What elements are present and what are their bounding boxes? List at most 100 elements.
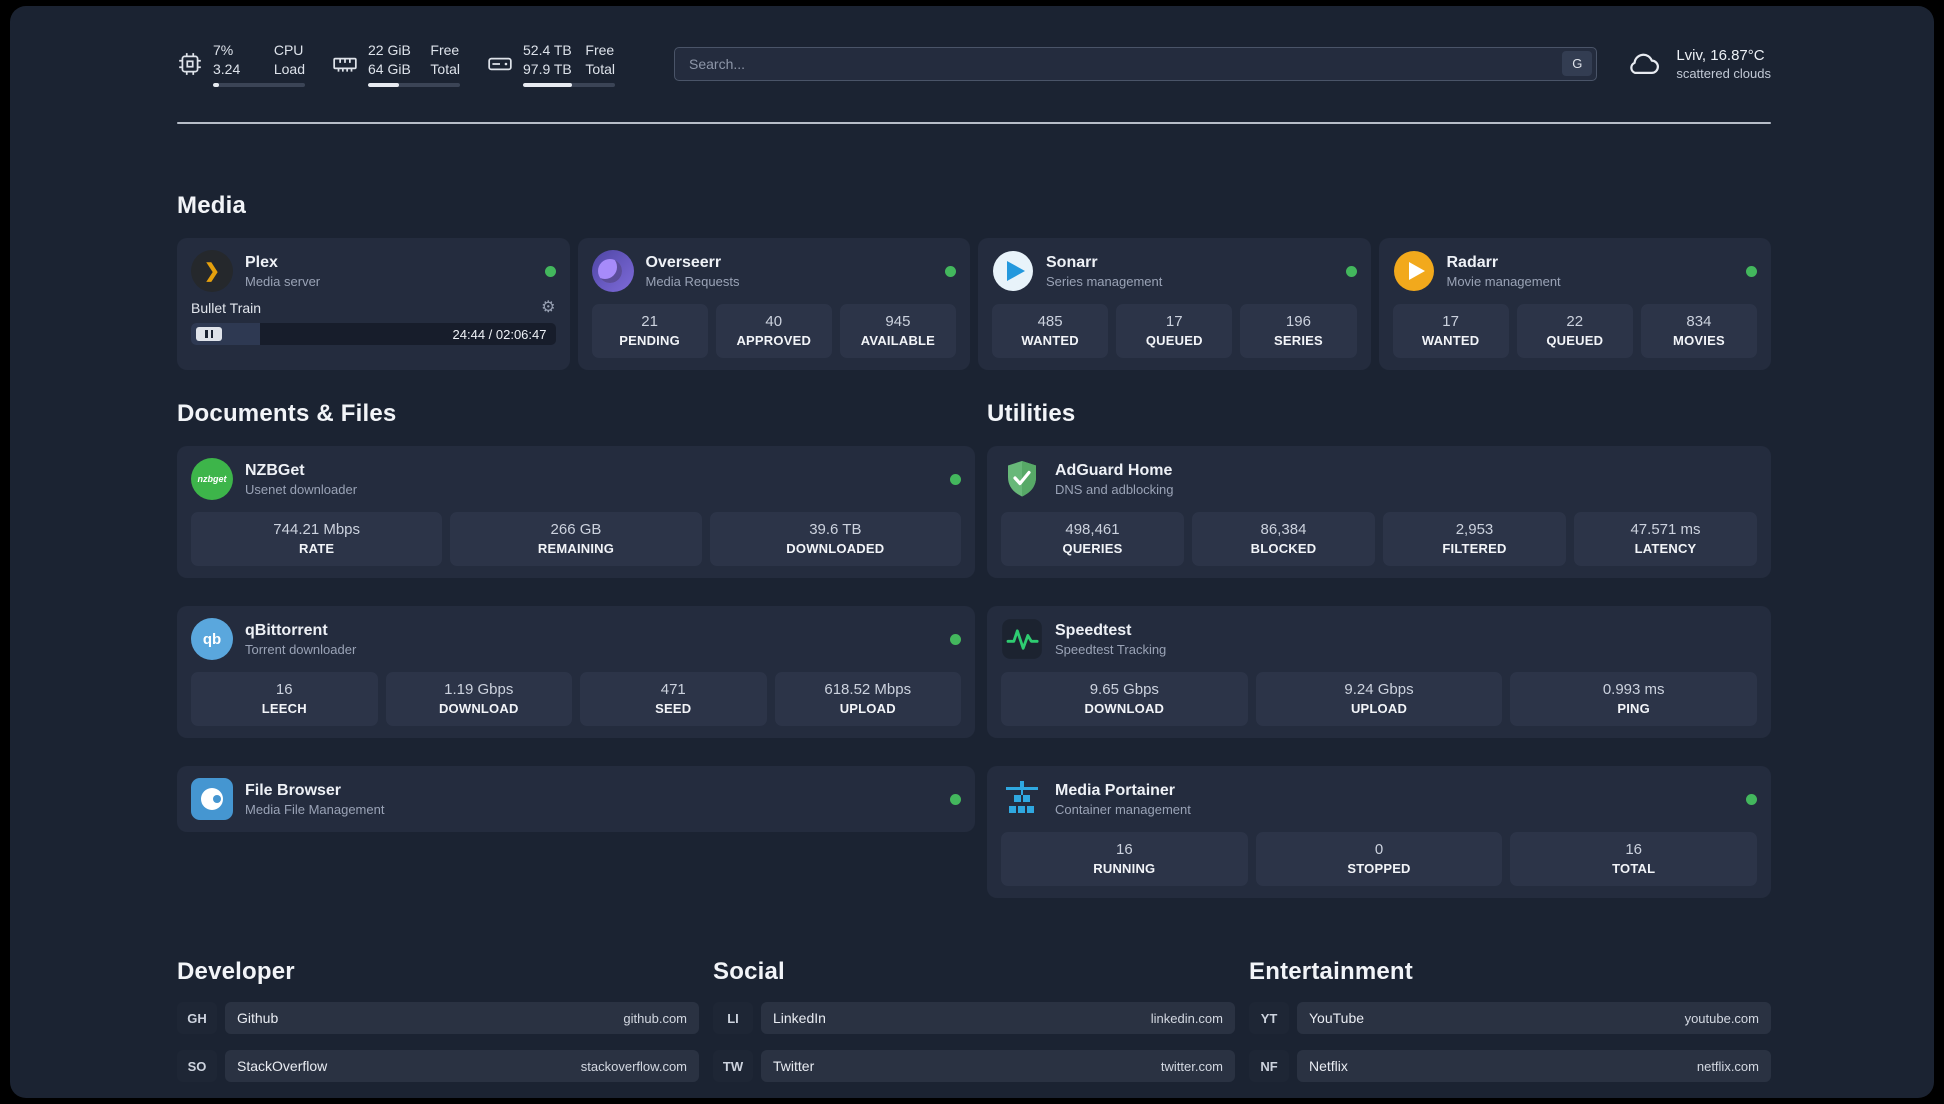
stat-value: 196 — [1285, 313, 1311, 330]
status-dot — [544, 265, 556, 277]
link-name: Netflix — [1309, 1058, 1348, 1074]
stat-label: DOWNLOAD — [438, 701, 519, 716]
link-name: YouTube — [1309, 1010, 1365, 1026]
plex-card[interactable]: ❯ Plex Media server Bullet Train ⚙︎ 24:4… — [177, 238, 570, 370]
disk-free-value: 52.4 TB — [523, 42, 572, 59]
pause-button[interactable] — [196, 327, 222, 341]
disk-label-total: Total — [585, 60, 615, 77]
dashboard: 7% 3.24 CPU Load 22 GiB 64 GiB Free Tota… — [10, 6, 1934, 1098]
weather-condition: scattered clouds — [1676, 66, 1771, 81]
section-title-entertainment: Entertainment — [1249, 958, 1413, 985]
app-name: Overseerr — [645, 253, 722, 271]
filebrowser-card[interactable]: File Browser Media File Management — [177, 766, 975, 832]
link-twitter[interactable]: TW Twitter twitter.com — [713, 1050, 1235, 1082]
ram-label-total: Total — [430, 60, 460, 77]
app-desc: Speedtest Tracking — [1055, 641, 1167, 657]
portainer-card[interactable]: Media Portainer Container management 16 … — [987, 766, 1771, 898]
plex-header: ❯ Plex Media server — [191, 250, 556, 292]
stat-label: SEED — [655, 701, 692, 716]
stat-label: WANTED — [1421, 333, 1480, 348]
stat-value: 17 — [1442, 313, 1459, 330]
nzbget-header: nzbget NZBGet Usenet downloader — [191, 458, 961, 500]
weather-location: Lviv, 16.87°C — [1676, 47, 1765, 64]
stat-box: 1.19 Gbps DOWNLOAD — [385, 672, 572, 726]
cpu-label-top: CPU — [273, 42, 304, 59]
stat-box: 9.65 Gbps DOWNLOAD — [1001, 672, 1248, 726]
status-dot — [950, 793, 961, 805]
cpu-icon — [177, 51, 203, 77]
stat-label: TOTAL — [1612, 861, 1656, 876]
app-name: Plex — [245, 253, 278, 271]
search-input[interactable] — [674, 47, 1598, 81]
radarr-icon — [1393, 250, 1435, 292]
link-url: linkedin.com — [1150, 1010, 1223, 1026]
stat-label: AVAILABLE — [860, 333, 936, 348]
stat-label: PING — [1617, 701, 1650, 716]
link-netflix[interactable]: NF Netflix netflix.com — [1249, 1050, 1771, 1082]
linkedin-icon: LI — [713, 1002, 753, 1034]
stat-box: 485 WANTED — [992, 304, 1109, 358]
stat-value: 618.52 Mbps — [824, 681, 912, 698]
link-name: StackOverflow — [237, 1058, 328, 1074]
stat-box: 498,461 QUERIES — [1001, 512, 1184, 566]
stat-value: 9.65 Gbps — [1089, 681, 1159, 698]
section-media: Media ❯ Plex Media server Bullet Train ⚙… — [177, 192, 1771, 370]
section-developer: Developer GH Github github.com SO StackO… — [177, 958, 699, 1098]
link-body: YouTube youtube.com — [1297, 1002, 1771, 1034]
stat-box: 945 AVAILABLE — [839, 304, 957, 358]
stat-label: QUEUED — [1145, 333, 1203, 348]
stat-label: MOVIES — [1673, 333, 1725, 348]
sonarr-header: Sonarr Series management — [992, 250, 1357, 292]
app-desc: Container management — [1055, 801, 1191, 817]
stat-box: 618.52 Mbps UPLOAD — [774, 672, 961, 726]
stat-box: 17 QUEUED — [1116, 304, 1233, 358]
stat-label: QUERIES — [1062, 541, 1123, 556]
search-engine-badge[interactable]: G — [1562, 51, 1593, 76]
qbittorrent-card[interactable]: qb qBittorrent Torrent downloader 16 LEE… — [177, 606, 975, 738]
link-github[interactable]: GH Github github.com — [177, 1002, 699, 1034]
app-name: File Browser — [245, 781, 342, 799]
status-dot — [950, 633, 961, 645]
stat-box: 86,384 BLOCKED — [1192, 512, 1375, 566]
overseerr-card[interactable]: Overseerr Media Requests 21 PENDING 40 A… — [577, 238, 970, 370]
speedtest-header: Speedtest Speedtest Tracking — [1001, 618, 1757, 660]
nzbget-icon-text: nzbget — [197, 474, 227, 484]
github-icon: GH — [177, 1002, 217, 1034]
section-title-media: Media — [177, 192, 247, 219]
sonarr-card[interactable]: Sonarr Series management 485 WANTED 17 Q… — [978, 238, 1371, 370]
link-url: github.com — [623, 1010, 687, 1026]
radarr-card[interactable]: Radarr Movie management 17 WANTED 22 QUE… — [1378, 238, 1771, 370]
ram-icon — [332, 51, 358, 77]
playback-progressbar[interactable]: 24:44 / 02:06:47 — [191, 323, 556, 345]
app-name: Media Portainer — [1055, 781, 1176, 799]
ram-progressbar — [368, 82, 460, 87]
stat-value: 39.6 TB — [809, 521, 862, 538]
section-utilities: Utilities AdGuard Home DNS and adblockin… — [987, 400, 1771, 898]
stat-label: BLOCKED — [1250, 541, 1317, 556]
status-dot — [945, 265, 956, 277]
stat-box: 39.6 TB DOWNLOADED — [709, 512, 961, 566]
speedtest-card[interactable]: Speedtest Speedtest Tracking 9.65 Gbps D… — [987, 606, 1771, 738]
app-name: NZBGet — [245, 461, 305, 479]
app-name: Speedtest — [1055, 621, 1132, 639]
topbar: 7% 3.24 CPU Load 22 GiB 64 GiB Free Tota… — [177, 40, 1771, 88]
stat-box: 266 GB REMAINING — [450, 512, 702, 566]
adguard-card[interactable]: AdGuard Home DNS and adblocking 498,461 … — [987, 446, 1771, 578]
link-stackoverflow[interactable]: SO StackOverflow stackoverflow.com — [177, 1050, 699, 1082]
stat-value: 16 — [1625, 841, 1643, 858]
gear-icon[interactable]: ⚙︎ — [541, 300, 555, 316]
stat-label: RATE — [299, 541, 335, 556]
stat-value: 266 GB — [550, 521, 602, 538]
link-linkedin[interactable]: LI LinkedIn linkedin.com — [713, 1002, 1235, 1034]
app-name: Sonarr — [1046, 253, 1098, 271]
section-title-utilities: Utilities — [987, 400, 1076, 427]
stat-value: 17 — [1165, 313, 1183, 330]
nzbget-card[interactable]: nzbget NZBGet Usenet downloader 744.21 M… — [177, 446, 975, 578]
link-url: youtube.com — [1684, 1010, 1759, 1026]
link-youtube[interactable]: YT YouTube youtube.com — [1249, 1002, 1771, 1034]
stat-label: DOWNLOADED — [786, 541, 885, 556]
app-name: qBittorrent — [245, 621, 328, 639]
stat-value: 485 — [1037, 313, 1063, 330]
stat-label: PENDING — [619, 333, 680, 348]
status-dot — [1345, 265, 1357, 277]
